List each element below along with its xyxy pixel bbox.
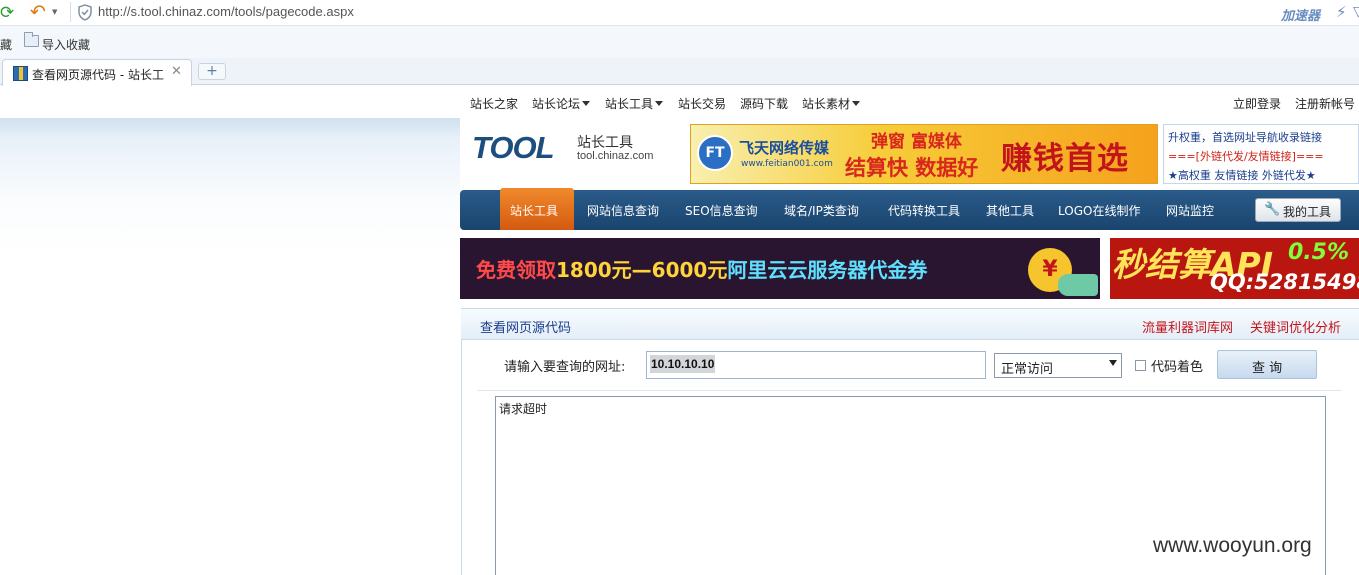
undo-icon[interactable]: ↶ (30, 2, 52, 22)
mainnav-item-site-info[interactable]: 网站信息查询 (587, 202, 659, 219)
ad-contact: QQ:528154982 (1210, 270, 1359, 294)
ft-logo: FT (697, 135, 733, 171)
panel-header: 查看网页源代码 流量利器词库网 关键词优化分析 (461, 308, 1359, 340)
text-ad-link[interactable]: ★高权重 友情链接 外链代发★ (1168, 167, 1316, 183)
hand-icon (1058, 274, 1098, 296)
ad-slogan: 赚钱首选 (1001, 141, 1129, 177)
ad-api[interactable]: 秒结算API 0.5% QQ:528154982 (1110, 238, 1359, 299)
web-page: 站长之家 站长论坛 站长工具 站长交易 源码下载 站长素材 立即登录 注册新帐号… (0, 86, 1359, 575)
chevron-down-icon (655, 101, 664, 106)
refresh-icon[interactable]: ⟳ (0, 3, 20, 23)
result-text: 请求超时 (499, 402, 548, 416)
ad-part: 阿里云云服务器代金券 (727, 258, 928, 282)
ad-aliyun[interactable]: 免费领取1800元—6000元阿里云云服务器代金券 ¥ (460, 238, 1100, 299)
ad-part: 1800元—6000元 (556, 258, 728, 282)
query-button[interactable]: 查 询 (1217, 350, 1317, 379)
tab-strip: 查看网页源代码 - 站长工 ✕ + (0, 58, 1359, 86)
bookmarks-bar: 藏 导入收藏 (0, 26, 1359, 58)
chevron-down-icon (852, 101, 861, 106)
main-nav: 站长工具 网站信息查询 SEO信息查询 域名/IP类查询 代码转换工具 其他工具… (460, 188, 1359, 230)
text-ad-link[interactable]: ===[外链代发/友情链接]=== (1168, 148, 1324, 164)
access-mode-select[interactable]: 正常访问 (994, 353, 1122, 378)
ad-headline: 免费领取1800元—6000元阿里云云服务器代金券 (476, 254, 927, 283)
mainnav-item-logo[interactable]: LOGO在线制作 (1058, 202, 1140, 219)
ad-feitian[interactable]: FT 飞天网络传媒 www.feitian001.com 弹窗 富媒体 结算快 … (690, 124, 1158, 184)
folder-icon (24, 32, 39, 47)
accelerator-button[interactable]: 加速器 (1281, 5, 1320, 24)
checkbox-label[interactable]: 代码着色 (1151, 356, 1203, 375)
close-icon[interactable]: ✕ (171, 64, 182, 79)
mainnav-label: 站长工具 (510, 204, 559, 218)
select-value: 正常访问 (1001, 362, 1054, 377)
address-bar: ⟳ ↶ ▼ http://s.tool.chinaz.com/tools/pag… (0, 0, 1359, 26)
my-tools-label: 我的工具 (1283, 205, 1332, 219)
my-tools-button[interactable]: 🔧 我的工具 (1255, 198, 1341, 222)
url-input-value[interactable]: 10.10.10.10 (650, 355, 716, 373)
ad-brand: 飞天网络传媒 (739, 139, 830, 157)
filter-icon[interactable]: ▽ (1353, 4, 1359, 20)
site-logo[interactable]: TOOL 站长工具 tool.chinaz.com (472, 130, 672, 170)
promo-link[interactable]: 流量利器词库网 (1142, 317, 1233, 336)
mainnav-item-monitor[interactable]: 网站监控 (1166, 202, 1214, 219)
site-favicon-icon (13, 66, 28, 81)
ad-line: 弹窗 富媒体 (871, 132, 962, 152)
promo-link[interactable]: 关键词优化分析 (1250, 317, 1341, 336)
mainnav-item-domain-ip[interactable]: 域名/IP类查询 (784, 202, 859, 219)
new-tab-button[interactable]: + (198, 63, 226, 80)
chevron-down-icon (582, 101, 591, 106)
wrench-icon: 🔧 (1264, 202, 1281, 217)
topnav-label: 站长素材 (802, 97, 851, 111)
mainnav-item-code[interactable]: 代码转换工具 (888, 202, 960, 219)
bookmark-item-cut[interactable]: 藏 (0, 36, 12, 53)
topnav-item-source[interactable]: 源码下载 (740, 95, 788, 112)
url-label: 请输入要查询的网址: (504, 360, 626, 375)
topnav-label: 站长工具 (605, 97, 654, 111)
divider (477, 390, 1342, 391)
chevron-down-icon[interactable]: ▼ (52, 8, 57, 16)
button-label: 查 询 (1252, 361, 1283, 376)
page-title: 查看网页源代码 (480, 321, 572, 336)
logo-domain: tool.chinaz.com (577, 150, 654, 162)
query-form: 请输入要查询的网址: 10.10.10.10 正常访问 代码着色 查 询 (462, 340, 1359, 390)
topnav-item-trade[interactable]: 站长交易 (678, 95, 726, 112)
ad-url: www.feitian001.com (741, 159, 833, 169)
topnav-item-home[interactable]: 站长之家 (470, 95, 518, 112)
lightning-icon[interactable]: ⚡ (1336, 3, 1347, 21)
ad-rate: 0.5% (1288, 240, 1350, 265)
logo-word: TOOL (472, 130, 555, 165)
ad-part: 免费领取 (476, 258, 556, 282)
shield-icon (78, 4, 92, 21)
code-color-checkbox[interactable] (1135, 360, 1146, 371)
topnav-item-assets[interactable]: 站长素材 (802, 95, 861, 112)
watermark: www.wooyun.org (1153, 534, 1312, 557)
register-link[interactable]: 注册新帐号 (1295, 95, 1355, 112)
tab-pagecode[interactable]: 查看网页源代码 - 站长工 ✕ (2, 59, 192, 86)
text-ad-links: 升权重，首选网址导航收录链接 ===[外链代发/友情链接]=== ★高权重 友情… (1163, 124, 1359, 184)
divider (70, 2, 71, 22)
topnav-item-tools[interactable]: 站长工具 (605, 95, 664, 112)
chevron-down-icon (1109, 360, 1117, 366)
text-ad-link[interactable]: 升权重，首选网址导航收录链接 (1168, 129, 1322, 145)
login-link[interactable]: 立即登录 (1233, 95, 1281, 112)
mainnav-item-seo[interactable]: SEO信息查询 (685, 202, 758, 219)
page-background (0, 118, 460, 575)
bookmark-import[interactable]: 导入收藏 (42, 36, 90, 53)
site-topnav: 站长之家 站长论坛 站长工具 站长交易 源码下载 站长素材 立即登录 注册新帐号 (0, 86, 1359, 118)
mainnav-item-other[interactable]: 其他工具 (986, 202, 1034, 219)
tab-title: 查看网页源代码 - 站长工 (32, 68, 164, 82)
topnav-item-forum[interactable]: 站长论坛 (532, 95, 591, 112)
mainnav-item-active[interactable]: 站长工具 (500, 188, 574, 230)
ad-line: 结算快 数据好 (845, 156, 979, 180)
url-field[interactable]: http://s.tool.chinaz.com/tools/pagecode.… (98, 4, 354, 19)
topnav-label: 站长论坛 (532, 97, 581, 111)
logo-cn: 站长工具 (577, 135, 633, 151)
